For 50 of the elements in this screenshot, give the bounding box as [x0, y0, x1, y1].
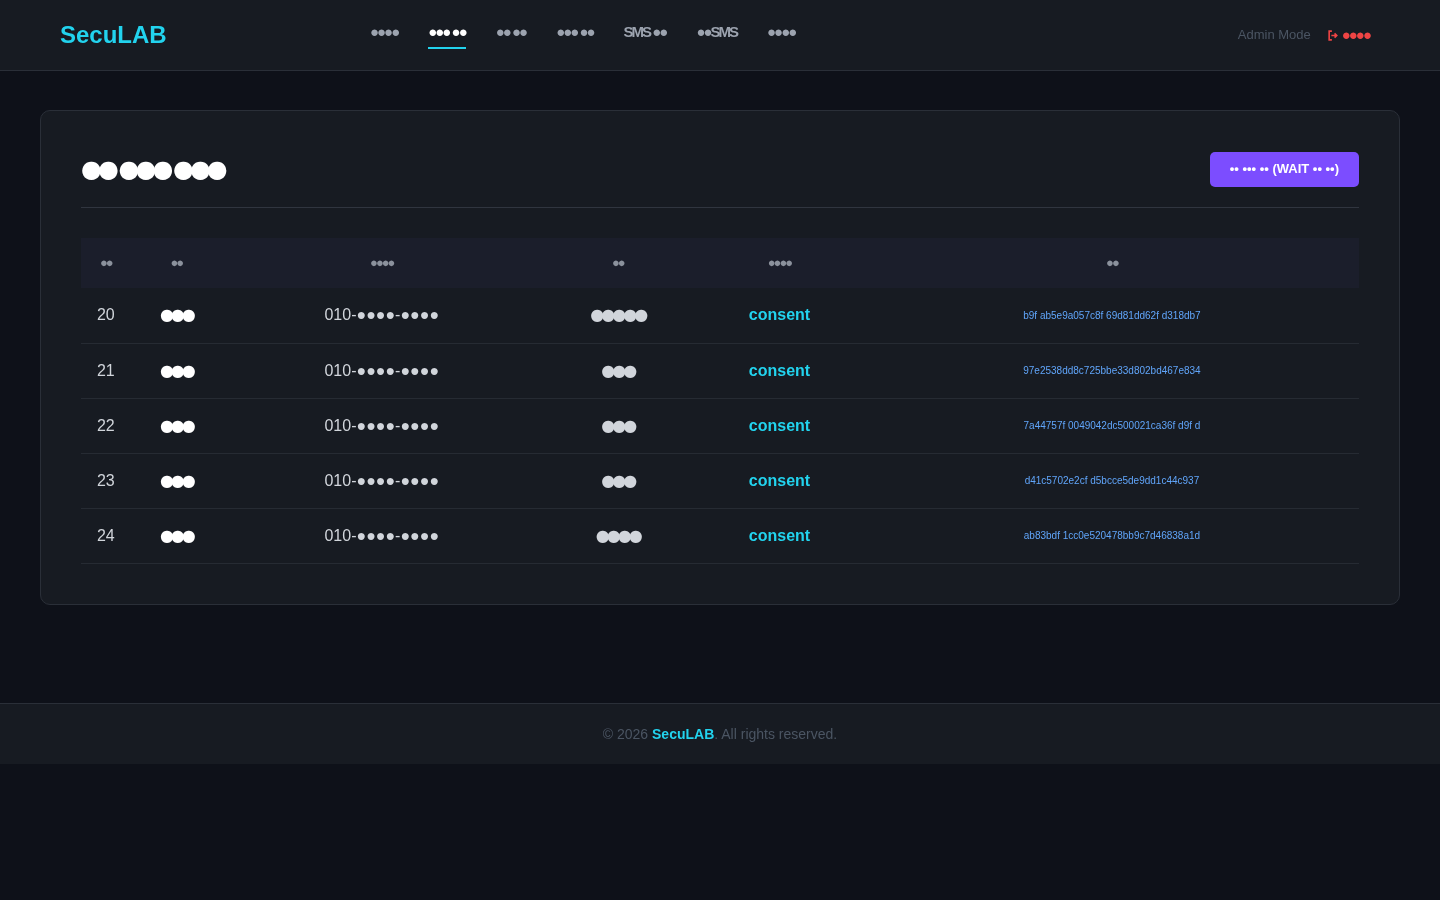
logout-icon [1326, 28, 1340, 42]
table-cell: ●●● [130, 453, 223, 508]
nav-tab[interactable]: ●●● ●● [428, 20, 466, 50]
table-cell: 010-●●●●-●●●● [222, 288, 542, 343]
table-cell: consent [694, 398, 865, 453]
nav-tab[interactable]: ●●● ●● [556, 20, 594, 50]
nav-tab[interactable]: ●●SMS [696, 20, 738, 50]
table-cell: 24 [81, 508, 131, 563]
table-cell: d41c5702e2cf d5bcce5de9dd1c44c937 [864, 453, 1359, 508]
table-cell: 21 [81, 343, 131, 398]
column-header: ●●●● [694, 238, 865, 288]
table-cell: ●●● [541, 343, 695, 398]
table-cell: consent [694, 453, 865, 508]
table-cell: 010-●●●●-●●●● [222, 343, 542, 398]
table-cell: ●●● [130, 508, 223, 563]
column-header: ●● [130, 238, 223, 288]
table-cell: 010-●●●●-●●●● [222, 398, 542, 453]
table-cell: ●●● [541, 398, 695, 453]
nav-tab[interactable]: ●●●● [370, 20, 399, 50]
table-cell: ●●● [130, 288, 223, 343]
logout-link[interactable]: ●●●● [1326, 23, 1370, 47]
table-cell: ●●●●● [541, 288, 695, 343]
table-cell: 010-●●●●-●●●● [222, 453, 542, 508]
table-cell: 22 [81, 398, 131, 453]
column-header: ●● [81, 238, 131, 288]
table-cell: b9f ab5e9a057c8f 69d81dd62f d318db7 [864, 288, 1359, 343]
table-cell: ●●● [130, 398, 223, 453]
table-cell: consent [694, 288, 865, 343]
table-cell: 97e2538dd8c725bbe33d802bd467e834 [864, 343, 1359, 398]
copyright-text: © 2026 SecuLAB. All rights reserved. [602, 724, 838, 744]
column-header: ●●●● [222, 238, 542, 288]
table-cell: 23 [81, 453, 131, 508]
action-button[interactable]: •• ••• •• (WAIT •• ••) [1209, 151, 1359, 187]
card-title: ●● ●●● ●●● [81, 154, 224, 185]
table-cell: ●●● [130, 343, 223, 398]
table-cell: ab83bdf 1cc0e520478bb9c7d46838a1d [864, 508, 1359, 563]
table-cell: ●●● [541, 453, 695, 508]
table-cell: ●●●● [541, 508, 695, 563]
mode-label: Admin Mode [1237, 26, 1311, 45]
table-cell: 010-●●●●-●●●● [222, 508, 542, 563]
nav-tab[interactable]: SMS ●● [623, 20, 667, 50]
nav-tab[interactable]: ●● ●● [495, 20, 527, 50]
table-cell: consent [694, 343, 865, 398]
table-cell: 20 [81, 288, 131, 343]
table-cell: 7a44757f 0049042dc500021ca36f d9f d [864, 398, 1359, 453]
nav-tab[interactable]: ●●●● [767, 20, 796, 50]
logo[interactable]: SecuLAB [60, 17, 360, 53]
table-cell: consent [694, 508, 865, 563]
column-header: ●● [541, 238, 695, 288]
column-header: ●● [864, 238, 1359, 288]
